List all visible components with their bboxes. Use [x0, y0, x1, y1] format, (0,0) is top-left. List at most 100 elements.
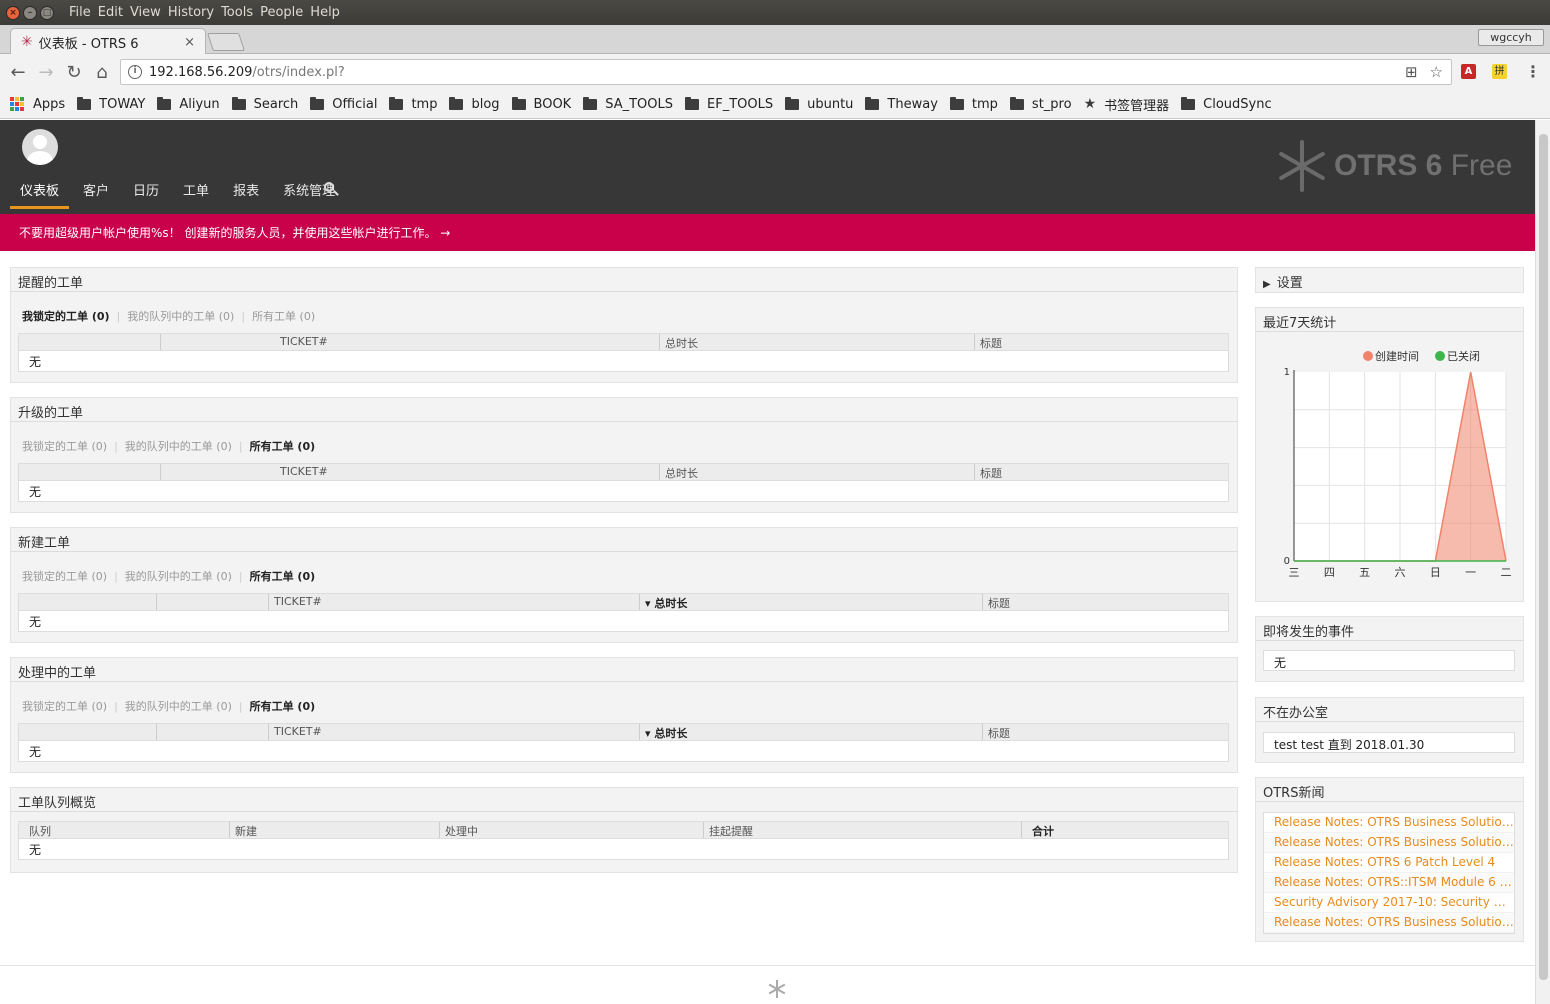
col-age-sorted[interactable]: ▾ 总时长 [639, 724, 687, 740]
new-tab-button[interactable] [207, 33, 245, 51]
filter-tab-0[interactable]: 我锁定的工单 (0) [22, 310, 110, 323]
bookmark-ef_tools[interactable]: EF_TOOLS [685, 96, 773, 112]
widget-title[interactable]: 即将发生的事件 [1256, 617, 1523, 641]
filter-tab-2[interactable]: 所有工单 (0) [250, 440, 316, 453]
menu-file[interactable]: File [69, 5, 91, 20]
widget-title[interactable]: 不在办公室 [1256, 698, 1523, 722]
col-title[interactable]: 标题 [982, 594, 1010, 610]
filter-tab-1[interactable]: 我的队列中的工单 (0) [125, 700, 232, 713]
filter-tab-0[interactable]: 我锁定的工单 (0) [22, 570, 107, 583]
scrollbar-thumb[interactable] [1539, 134, 1548, 980]
menu-edit[interactable]: Edit [98, 5, 123, 20]
bookmark-official[interactable]: Official [310, 96, 377, 112]
browser-menu-icon[interactable]: ⋮ [1525, 62, 1541, 81]
col-open[interactable]: 处理中 [439, 822, 478, 838]
bookmark-st_pro[interactable]: st_pro [1009, 96, 1072, 112]
bookmark-book[interactable]: BOOK [511, 96, 571, 112]
news-link[interactable]: Release Notes: OTRS 6 Patch Level 4 [1264, 853, 1514, 873]
col-title[interactable]: 标题 [982, 724, 1010, 740]
forward-icon[interactable]: → [32, 62, 60, 83]
back-icon[interactable]: ← [4, 62, 32, 83]
col-ticket-number[interactable]: TICKET# [268, 594, 322, 610]
bookmark-tmp[interactable]: tmp [389, 96, 437, 112]
col-title[interactable]: 标题 [974, 334, 1002, 350]
bookmark-search[interactable]: Search [231, 96, 298, 112]
avatar[interactable] [22, 129, 58, 165]
bookmark-theway[interactable]: Theway [865, 96, 938, 112]
minimize-window-icon[interactable]: – [23, 5, 37, 20]
close-tab-icon[interactable]: × [184, 35, 195, 50]
col-age[interactable]: 总时长 [659, 464, 698, 480]
col-pending-reminder[interactable]: 挂起提醒 [703, 822, 753, 838]
news-link[interactable]: Release Notes: OTRS Business Solution™ 6… [1264, 913, 1514, 933]
filter-tab-0[interactable]: 我锁定的工单 (0) [22, 700, 107, 713]
nav-item-4[interactable]: 报表 [223, 180, 269, 209]
menu-history[interactable]: History [168, 5, 214, 20]
news-link[interactable]: Release Notes: OTRS::ITSM Module 6 Patch… [1264, 873, 1514, 893]
filter-tab-2[interactable]: 所有工单 (0) [252, 310, 315, 323]
menu-tools[interactable]: Tools [221, 5, 253, 20]
menu-help[interactable]: Help [310, 5, 340, 20]
site-info-icon[interactable]: i [128, 65, 142, 79]
filter-tab-1[interactable]: 我的队列中的工单 (0) [125, 570, 232, 583]
bookmark-cloudsync[interactable]: CloudSync [1181, 96, 1272, 112]
superuser-warning[interactable]: 不要用超级用户帐户使用%s！ 创建新的服务人员，并使用这些帐户进行工作。 → [0, 214, 1535, 251]
profile-button[interactable]: wgccyh [1478, 29, 1544, 46]
reload-icon[interactable]: ↻ [60, 62, 88, 83]
col-ticket-number[interactable]: TICKET# [275, 334, 328, 350]
bookmark-ubuntu[interactable]: ubuntu [785, 96, 853, 112]
col-ticket-number[interactable]: TICKET# [275, 464, 328, 480]
news-link[interactable]: Security Advisory 2017-10: Security Upda… [1264, 893, 1514, 913]
col-queue[interactable]: 队列 [19, 822, 51, 838]
col-ticket-number[interactable]: TICKET# [268, 724, 322, 740]
filter-tab-0[interactable]: 我锁定的工单 (0) [22, 440, 107, 453]
col-blank[interactable] [156, 594, 162, 610]
widget-title[interactable]: 新建工单 [11, 528, 1237, 552]
bookmark-sa_tools[interactable]: SA_TOOLS [583, 96, 673, 112]
filter-tab-1[interactable]: 我的队列中的工单 (0) [127, 310, 234, 323]
bookmark-star-icon[interactable]: ☆ [1430, 63, 1443, 81]
col-total[interactable]: 合计 [1021, 822, 1054, 838]
settings-toggle[interactable]: ▶ 设置 [1255, 267, 1524, 293]
nav-item-2[interactable]: 日历 [123, 180, 169, 209]
widget-title[interactable]: 提醒的工单 [11, 268, 1237, 292]
nav-item-3[interactable]: 工单 [173, 180, 219, 209]
home-icon[interactable]: ⌂ [88, 62, 116, 83]
widget-title[interactable]: 最近7天统计 [1256, 308, 1523, 332]
bookmark-toway[interactable]: TOWAY [77, 96, 145, 112]
news-link[interactable]: Release Notes: OTRS Business Solution™ 6… [1264, 813, 1514, 833]
close-window-icon[interactable]: × [6, 5, 20, 20]
col-blank[interactable] [160, 334, 166, 350]
bookmark-tmp[interactable]: tmp [949, 96, 998, 112]
widget-title[interactable]: OTRS新闻 [1256, 778, 1523, 802]
search-icon[interactable] [324, 182, 339, 196]
extension-a-icon[interactable]: A [1461, 64, 1476, 79]
filter-tab-2[interactable]: 所有工单 (0) [250, 700, 316, 713]
widget-title[interactable]: 处理中的工单 [11, 658, 1237, 682]
col-title[interactable]: 标题 [974, 464, 1002, 480]
col-age[interactable]: 总时长 [659, 334, 698, 350]
filter-tab-2[interactable]: 所有工单 (0) [250, 570, 316, 583]
bookmark-blog[interactable]: blog [449, 96, 500, 112]
bookmark-apps[interactable]: Apps [10, 97, 65, 112]
nav-item-1[interactable]: 客户 [73, 180, 119, 209]
col-blank[interactable] [156, 724, 162, 740]
translate-icon[interactable]: ⊞ [1405, 63, 1418, 81]
browser-tab[interactable]: ✳ 仪表板 - OTRS 6 × [10, 28, 206, 55]
maximize-window-icon[interactable]: □ [40, 5, 54, 20]
menu-view[interactable]: View [130, 5, 161, 20]
col-age-sorted[interactable]: ▾ 总时长 [639, 594, 687, 610]
extension-pinyin-icon[interactable]: 拼 [1492, 64, 1507, 79]
widget-title[interactable]: 升级的工单 [11, 398, 1237, 422]
filter-tab-1[interactable]: 我的队列中的工单 (0) [125, 440, 232, 453]
page-scrollbar[interactable] [1535, 120, 1550, 1004]
otrs-footer-logo-icon[interactable] [768, 980, 786, 998]
widget-title[interactable]: 工单队列概览 [11, 788, 1237, 812]
bookmark-书签管理器[interactable]: ★ 书签管理器 [1084, 95, 1170, 114]
col-new[interactable]: 新建 [229, 822, 257, 838]
bookmark-aliyun[interactable]: Aliyun [157, 96, 220, 112]
news-link[interactable]: Release Notes: OTRS Business Solution™ 5… [1264, 833, 1514, 853]
col-blank[interactable] [160, 464, 166, 480]
nav-item-0[interactable]: 仪表板 [10, 180, 70, 209]
menu-people[interactable]: People [260, 5, 303, 20]
